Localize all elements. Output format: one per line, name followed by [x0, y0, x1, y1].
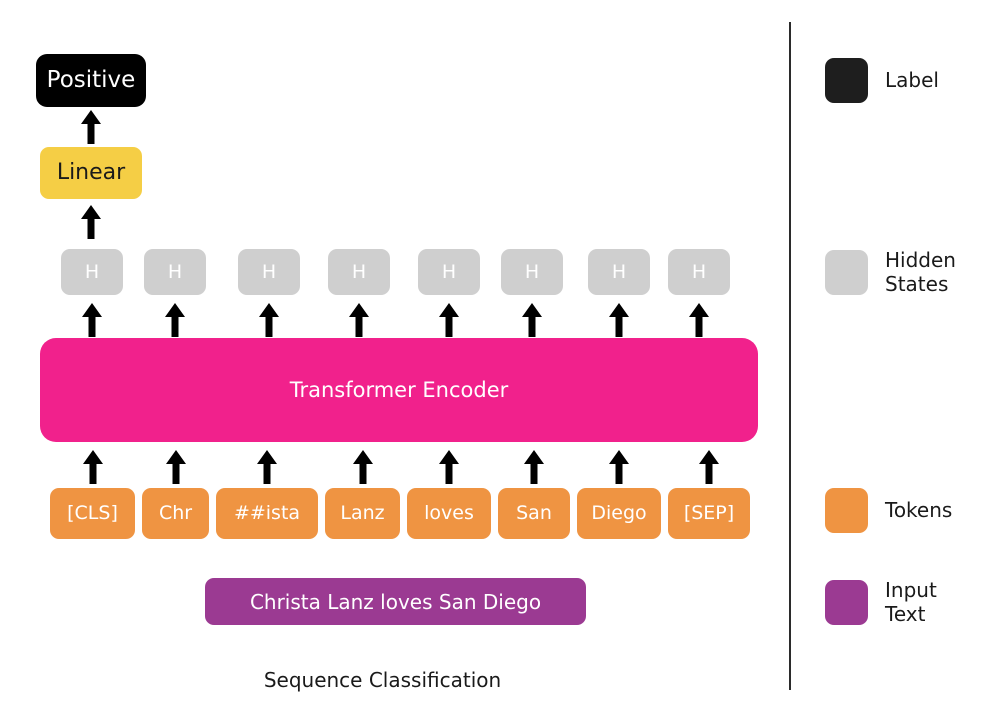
- legend-label: Tokens: [885, 498, 953, 523]
- arrow-encoder-to-hidden: [608, 303, 630, 337]
- token-box: San: [498, 488, 570, 539]
- hidden-state-box: H: [144, 249, 206, 295]
- arrow-token-to-encoder: [523, 450, 545, 484]
- arrow-token-to-encoder: [438, 450, 460, 484]
- linear-box: Linear: [40, 147, 142, 199]
- arrow-token-to-encoder: [608, 450, 630, 484]
- token-box: Lanz: [325, 488, 400, 539]
- diagram-canvas: Positive Linear HHHHHHHH Transformer Enc…: [0, 0, 1008, 721]
- hidden-state-box: H: [418, 249, 480, 295]
- arrow-encoder-to-hidden: [521, 303, 543, 337]
- legend-divider: [789, 22, 791, 690]
- label-box: Positive: [36, 54, 146, 107]
- arrow-encoder-to-hidden: [81, 303, 103, 337]
- token-box: ##ista: [216, 488, 318, 539]
- arrow-token-to-encoder: [698, 450, 720, 484]
- token-box: Chr: [142, 488, 209, 539]
- legend-label: Input Text: [885, 578, 937, 627]
- legend-swatch: [825, 249, 868, 295]
- legend-swatch: [825, 488, 868, 533]
- token-box: Diego: [577, 488, 661, 539]
- transformer-encoder-box: Transformer Encoder: [40, 338, 758, 442]
- legend-label: Hidden States: [885, 248, 956, 297]
- legend-label: Label: [885, 68, 939, 93]
- hidden-state-box: H: [501, 249, 563, 295]
- arrow-encoder-to-hidden: [164, 303, 186, 337]
- token-box: [SEP]: [668, 488, 750, 539]
- arrow-encoder-to-hidden: [438, 303, 460, 337]
- legend-item: Input Text: [825, 578, 937, 627]
- hidden-state-box: H: [61, 249, 123, 295]
- legend-item: Tokens: [825, 488, 952, 533]
- hidden-state-box: H: [668, 249, 730, 295]
- arrow-encoder-to-hidden: [258, 303, 280, 337]
- hidden-state-box: H: [588, 249, 650, 295]
- token-box: loves: [407, 488, 491, 539]
- arrow-encoder-to-hidden: [688, 303, 710, 337]
- hidden-state-box: H: [328, 249, 390, 295]
- arrow-token-to-encoder: [256, 450, 278, 484]
- arrow-hidden-to-linear: [80, 205, 102, 239]
- legend-item: Label: [825, 58, 939, 103]
- input-text-box: Christa Lanz loves San Diego: [205, 578, 586, 625]
- arrow-token-to-encoder: [165, 450, 187, 484]
- hidden-state-box: H: [238, 249, 300, 295]
- legend-swatch: [825, 58, 868, 103]
- arrow-linear-to-label: [80, 110, 102, 144]
- arrow-encoder-to-hidden: [348, 303, 370, 337]
- figure-caption: Sequence Classification: [263, 668, 502, 692]
- arrow-token-to-encoder: [82, 450, 104, 484]
- arrow-token-to-encoder: [352, 450, 374, 484]
- legend-item: Hidden States: [825, 248, 956, 297]
- legend-swatch: [825, 579, 868, 625]
- token-box: [CLS]: [50, 488, 135, 539]
